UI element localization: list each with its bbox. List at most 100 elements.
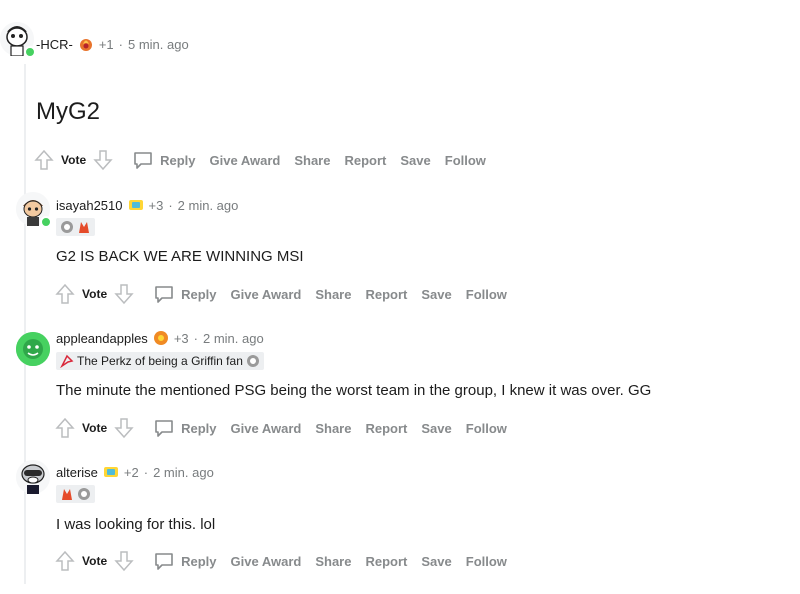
karma-change: +3	[173, 330, 189, 346]
trophy-award-icon[interactable]	[128, 197, 144, 213]
share-button[interactable]: Share	[315, 554, 351, 569]
vote-label: Vote	[82, 287, 108, 301]
comment-body: MyG2	[36, 98, 101, 125]
username[interactable]: -HCR-	[36, 37, 73, 52]
comment-meta: appleandapples +3 · 2 min. ago	[56, 330, 264, 346]
reply-icon	[155, 420, 173, 437]
vote-group: Vote	[54, 416, 135, 440]
upvote-icon[interactable]	[54, 282, 76, 306]
reply-label: Reply	[181, 286, 217, 302]
downvote-icon[interactable]	[113, 549, 135, 573]
timestamp[interactable]: 2 min. ago	[203, 331, 264, 346]
give-award-button[interactable]: Give Award	[231, 287, 302, 302]
follow-button[interactable]: Follow	[466, 554, 507, 569]
comment-actions: Vote Reply Give Award Share Report Save …	[54, 416, 521, 440]
save-button[interactable]: Save	[421, 287, 451, 302]
fire-award-icon[interactable]	[78, 36, 94, 52]
griffin-logo-icon	[60, 354, 74, 368]
vote-label: Vote	[82, 421, 108, 435]
user-flair	[56, 485, 95, 503]
downvote-icon[interactable]	[113, 416, 135, 440]
comment-meta: isayah2510 +3 · 2 min. ago	[56, 197, 238, 213]
save-button[interactable]: Save	[421, 554, 451, 569]
report-button[interactable]: Report	[365, 554, 407, 569]
reply-button[interactable]: Reply	[132, 149, 196, 171]
share-button[interactable]: Share	[315, 421, 351, 436]
vote-group: Vote	[54, 549, 135, 573]
reply-label: Reply	[181, 553, 217, 569]
username[interactable]: alterise	[56, 465, 98, 480]
reply-label: Reply	[181, 420, 217, 436]
online-status-dot	[40, 216, 52, 228]
vote-label: Vote	[61, 153, 87, 167]
user-avatar-icon	[16, 460, 50, 494]
comment-meta: -HCR- +1 · 5 min. ago	[36, 36, 189, 52]
avatar[interactable]	[16, 460, 50, 494]
comment-actions: Vote Reply Give Award Share Report Save …	[54, 549, 521, 573]
user-flair	[56, 218, 95, 236]
flower-award-icon[interactable]	[153, 330, 169, 346]
comment-thread: -HCR- +1 · 5 min. ago MyG2 Vote Reply Gi…	[0, 0, 800, 594]
comment-body: G2 IS BACK WE ARE WINNING MSI	[56, 248, 304, 265]
username[interactable]: isayah2510	[56, 198, 123, 213]
follow-button[interactable]: Follow	[466, 287, 507, 302]
upvote-icon[interactable]	[33, 148, 55, 172]
comment-actions: Vote Reply Give Award Share Report Save …	[54, 282, 521, 306]
meta-separator: ·	[143, 464, 149, 480]
reply-icon	[155, 553, 173, 570]
g2-logo-icon	[246, 355, 259, 367]
report-button[interactable]: Report	[365, 421, 407, 436]
follow-button[interactable]: Follow	[445, 153, 486, 168]
reply-button[interactable]: Reply	[153, 283, 217, 305]
trophy-award-icon[interactable]	[103, 464, 119, 480]
share-button[interactable]: Share	[315, 287, 351, 302]
upvote-icon[interactable]	[54, 416, 76, 440]
avatar[interactable]	[16, 192, 52, 228]
reply-label: Reply	[160, 152, 196, 168]
flair-text: The Perkz of being a Griffin fan	[77, 354, 243, 368]
comment-actions: Vote Reply Give Award Share Report Save …	[33, 148, 500, 172]
meta-separator: ·	[118, 36, 123, 52]
upvote-icon[interactable]	[54, 549, 76, 573]
vote-label: Vote	[82, 554, 108, 568]
reply-icon	[134, 152, 152, 169]
follow-button[interactable]: Follow	[466, 421, 507, 436]
user-avatar-icon	[16, 332, 50, 366]
flame-logo-icon	[62, 489, 72, 500]
reply-icon	[155, 286, 173, 303]
karma-change: +3	[148, 197, 164, 213]
karma-change: +2	[123, 464, 139, 480]
give-award-button[interactable]: Give Award	[231, 421, 302, 436]
meta-separator: ·	[193, 330, 198, 346]
comment-body: The minute the mentioned PSG being the w…	[56, 382, 652, 399]
avatar[interactable]	[16, 332, 50, 366]
share-button[interactable]: Share	[294, 153, 330, 168]
downvote-icon[interactable]	[113, 282, 135, 306]
g2-logo-icon	[78, 488, 90, 500]
user-flair: The Perkz of being a Griffin fan	[56, 352, 264, 370]
give-award-button[interactable]: Give Award	[231, 554, 302, 569]
comment-meta: alterise +2 · 2 min. ago	[56, 464, 214, 480]
save-button[interactable]: Save	[400, 153, 430, 168]
timestamp[interactable]: 2 min. ago	[153, 465, 214, 480]
timestamp[interactable]: 5 min. ago	[128, 37, 189, 52]
report-button[interactable]: Report	[365, 287, 407, 302]
comment-body: I was looking for this. lol	[56, 516, 216, 533]
meta-separator: ·	[168, 197, 173, 213]
thread-line[interactable]	[24, 64, 26, 584]
give-award-button[interactable]: Give Award	[210, 153, 281, 168]
reply-button[interactable]: Reply	[153, 417, 217, 439]
vote-group: Vote	[33, 148, 114, 172]
flame-logo-icon	[79, 222, 89, 233]
g2-logo-icon	[61, 221, 73, 233]
username[interactable]: appleandapples	[56, 331, 148, 346]
save-button[interactable]: Save	[421, 421, 451, 436]
avatar[interactable]	[0, 22, 36, 58]
timestamp[interactable]: 2 min. ago	[178, 198, 239, 213]
report-button[interactable]: Report	[344, 153, 386, 168]
online-status-dot	[24, 46, 36, 58]
reply-button[interactable]: Reply	[153, 550, 217, 572]
karma-change: +1	[98, 36, 114, 52]
downvote-icon[interactable]	[92, 148, 114, 172]
vote-group: Vote	[54, 282, 135, 306]
